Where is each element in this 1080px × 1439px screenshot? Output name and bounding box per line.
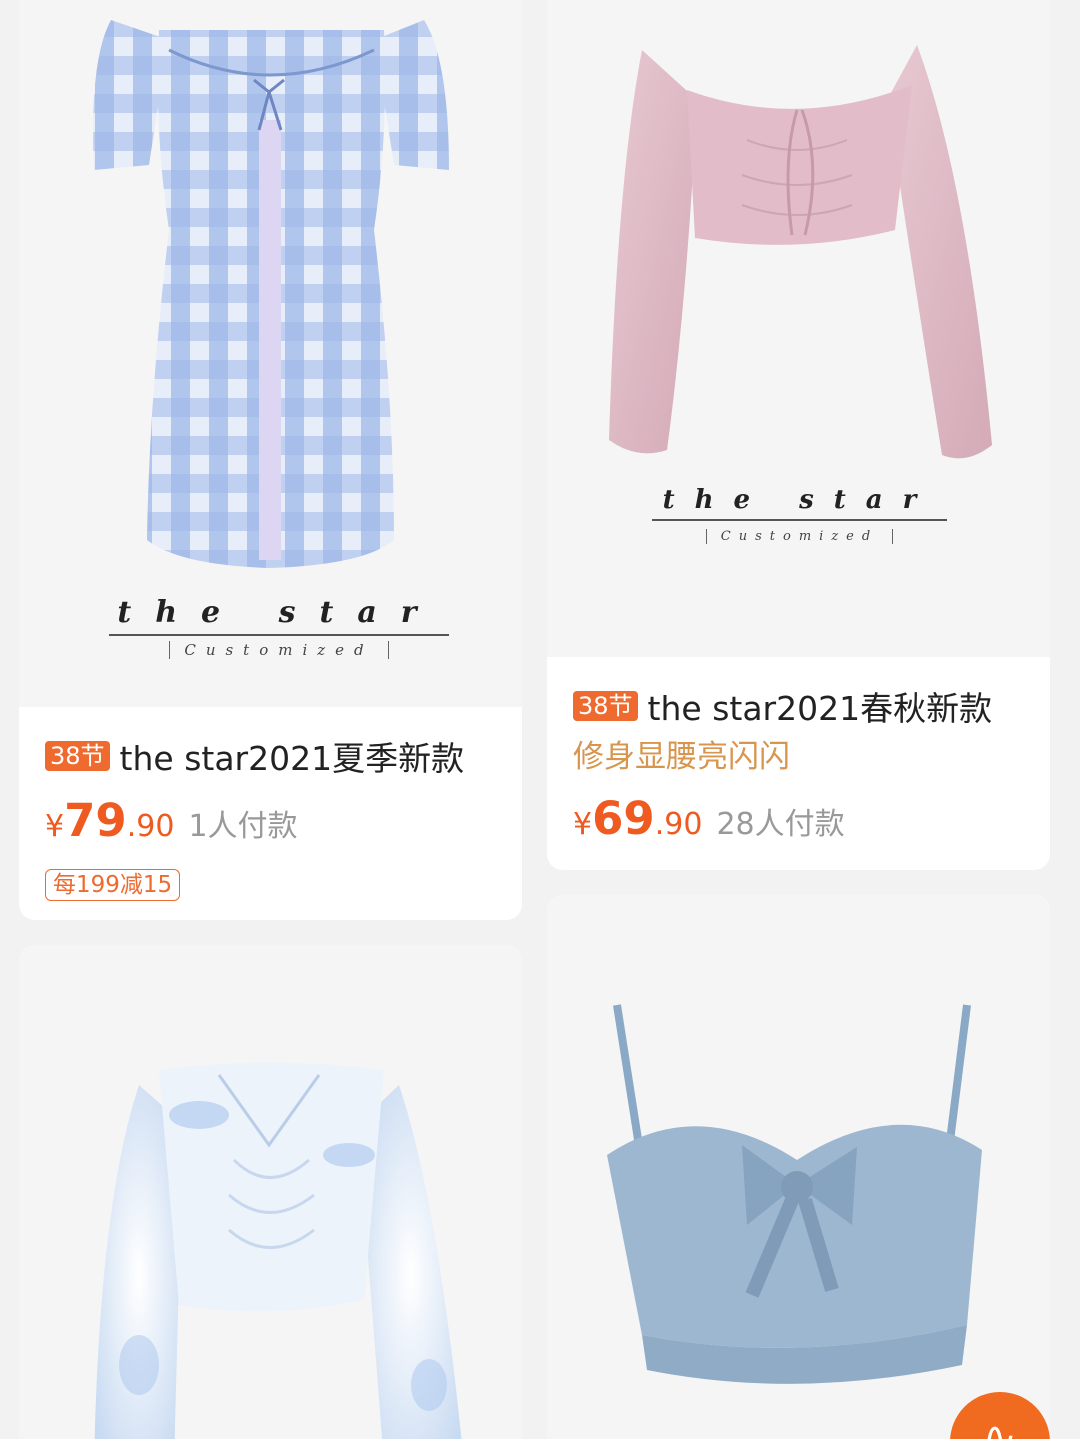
product-title-text: the star2021春秋新款 bbox=[647, 689, 993, 728]
product-title[interactable]: 38节 the star2021春秋新款 bbox=[573, 685, 1024, 733]
product-image-3[interactable] bbox=[19, 945, 522, 1439]
price-row: ¥79.90 1人付款 bbox=[45, 793, 496, 859]
price-decimal: .90 bbox=[126, 809, 175, 844]
product-image-2[interactable]: the star Customized bbox=[547, 0, 1050, 657]
brand-logo: the star Customized bbox=[109, 595, 449, 659]
product-info-1: 38节 the star2021夏季新款 ¥79.90 1人付款 每199减15 bbox=[19, 707, 522, 919]
currency-symbol: ¥ bbox=[573, 807, 593, 842]
product-card-1[interactable]: the star Customized 38节 the star2021夏季新款 … bbox=[19, 0, 522, 920]
price-integer: 69 bbox=[592, 792, 655, 845]
cart-icon: ∿ bbox=[983, 1414, 1017, 1439]
product-title-text: the star2021夏季新款 bbox=[119, 739, 465, 778]
brand-logo: the star Customized bbox=[652, 485, 947, 544]
product-subtitle: 修身显腰亮闪闪 bbox=[573, 739, 790, 775]
product-feed: the star Customized 38节 the star2021夏季新款 … bbox=[0, 0, 1080, 1439]
sold-count: 1人付款 bbox=[188, 809, 298, 844]
promo-badge: 每199减15 bbox=[45, 869, 181, 901]
price-integer: 79 bbox=[64, 794, 127, 847]
price-decimal: .90 bbox=[654, 807, 703, 842]
currency-symbol: ¥ bbox=[45, 809, 65, 844]
tie-dye-top-image bbox=[94, 1062, 462, 1439]
product-card-3[interactable] bbox=[19, 945, 522, 1439]
festival-tag: 38节 bbox=[573, 691, 638, 721]
product-card-2[interactable]: the star Customized 38节 the star2021春秋新款 … bbox=[547, 0, 1050, 870]
product-image-4[interactable] bbox=[547, 895, 1050, 1439]
product-title[interactable]: 38节 the star2021夏季新款 bbox=[45, 735, 496, 783]
price-row: ¥69.90 28人付款 bbox=[573, 791, 1024, 857]
sold-count: 28人付款 bbox=[716, 807, 845, 842]
denim-top-image bbox=[607, 1004, 982, 1384]
pink-top-image bbox=[609, 45, 992, 459]
product-info-2: 38节 the star2021春秋新款 修身显腰亮闪闪 ¥69.90 28人付款 bbox=[547, 657, 1050, 870]
product-image-1[interactable]: the star Customized bbox=[19, 0, 522, 707]
product-card-4[interactable] bbox=[547, 895, 1050, 1439]
festival-tag: 38节 bbox=[45, 741, 110, 771]
